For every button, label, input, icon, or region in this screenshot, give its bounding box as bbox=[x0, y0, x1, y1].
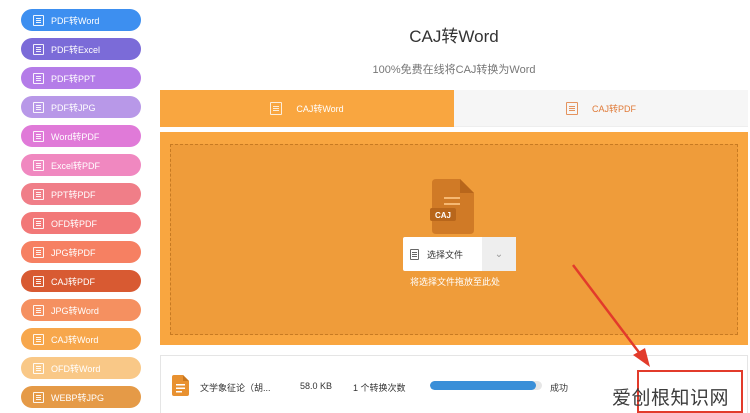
sidebar-item-pdf-to-ppt[interactable]: PDF转PPT bbox=[21, 67, 141, 89]
document-icon bbox=[33, 391, 44, 403]
sidebar-item-label: OFD转Word bbox=[51, 363, 101, 374]
select-file-main[interactable]: 选择文件 bbox=[403, 237, 482, 271]
progress-fill bbox=[430, 381, 537, 390]
document-icon bbox=[33, 275, 44, 287]
document-icon bbox=[33, 333, 44, 345]
document-icon bbox=[33, 14, 44, 26]
sidebar-item-word-to-pdf[interactable]: Word转PDF bbox=[21, 125, 141, 147]
sidebar-item-pdf-to-word[interactable]: PDF转Word bbox=[21, 9, 141, 31]
document-icon bbox=[33, 304, 44, 316]
sidebar-item-label: PDF转Excel bbox=[51, 44, 101, 55]
drop-hint: 将选择文件拖放至此处 bbox=[409, 277, 500, 287]
chevron-down-icon[interactable]: ⌄ bbox=[482, 237, 516, 271]
file-icon bbox=[410, 248, 419, 260]
conversion-count: 1 个转换次数 bbox=[353, 383, 406, 393]
sidebar-item-label: Word转PDF bbox=[51, 131, 100, 142]
document-icon bbox=[33, 159, 44, 171]
sidebar-item-label: OFD转PDF bbox=[51, 218, 97, 229]
page-title: CAJ转Word bbox=[409, 27, 499, 46]
document-icon bbox=[33, 362, 44, 374]
tab-caj-to-word[interactable]: CAJ转Word bbox=[160, 90, 454, 127]
document-icon bbox=[270, 102, 283, 115]
sidebar-item-webp-to-jpg[interactable]: WEBP转JPG bbox=[21, 386, 141, 408]
document-icon bbox=[33, 72, 44, 84]
sidebar-item-label: JPG转PDF bbox=[51, 247, 96, 258]
document-icon bbox=[33, 43, 44, 55]
caj-file-icon: CAJ bbox=[430, 179, 474, 234]
sidebar-item-excel-to-pdf[interactable]: Excel转PDF bbox=[21, 154, 141, 176]
document-icon bbox=[33, 246, 44, 258]
sidebar-item-label: CAJ转Word bbox=[51, 334, 99, 345]
select-file-button[interactable]: 选择文件 ⌄ bbox=[403, 237, 516, 271]
sidebar-item-label: PDF转JPG bbox=[51, 102, 96, 113]
sidebar-item-jpg-to-word[interactable]: JPG转Word bbox=[21, 299, 141, 321]
sidebar: PDF转Word PDF转Excel PDF转PPT PDF转JPG Word转… bbox=[0, 0, 150, 413]
sidebar-item-label: CAJ转PDF bbox=[51, 276, 96, 287]
page-subtitle: 100%免费在线将CAJ转换为Word bbox=[372, 64, 536, 76]
progress-bar bbox=[430, 381, 542, 390]
sidebar-item-pdf-to-excel[interactable]: PDF转Excel bbox=[21, 38, 141, 60]
caj-file-icon-label: CAJ bbox=[435, 211, 451, 220]
sidebar-item-ppt-to-pdf[interactable]: PPT转PDF bbox=[21, 183, 141, 205]
sidebar-item-caj-to-word[interactable]: CAJ转Word bbox=[21, 328, 141, 350]
sidebar-item-label: WEBP转JPG bbox=[51, 392, 105, 403]
sidebar-item-ofd-to-pdf[interactable]: OFD转PDF bbox=[21, 212, 141, 234]
caj-file-icon bbox=[172, 375, 189, 396]
sidebar-item-pdf-to-jpg[interactable]: PDF转JPG bbox=[21, 96, 141, 118]
sidebar-item-jpg-to-pdf[interactable]: JPG转PDF bbox=[21, 241, 141, 263]
conversion-tabs: CAJ转Word CAJ转PDF bbox=[160, 90, 748, 127]
sidebar-item-label: Excel转PDF bbox=[51, 160, 101, 171]
pdf-icon bbox=[565, 101, 578, 115]
tab-caj-to-pdf[interactable]: CAJ转PDF bbox=[454, 90, 748, 127]
select-file-label: 选择文件 bbox=[427, 249, 464, 260]
file-size: 58.0 KB bbox=[300, 381, 333, 391]
document-icon bbox=[33, 188, 44, 200]
status-text: 成功 bbox=[550, 383, 569, 393]
document-icon bbox=[33, 101, 44, 113]
tab-label: CAJ转Word bbox=[296, 104, 344, 114]
sidebar-item-label: PDF转Word bbox=[51, 15, 100, 26]
sidebar-item-label: PDF转PPT bbox=[51, 73, 96, 84]
document-icon bbox=[33, 130, 44, 142]
sidebar-item-ofd-to-word[interactable]: OFD转Word bbox=[21, 357, 141, 379]
sidebar-item-label: JPG转Word bbox=[51, 305, 99, 316]
file-name: 文学象征论（胡... bbox=[200, 383, 271, 393]
sidebar-item-caj-to-pdf[interactable]: CAJ转PDF bbox=[21, 270, 141, 292]
watermark-text: 爱创根知识网 bbox=[612, 388, 730, 409]
sidebar-item-label: PPT转PDF bbox=[51, 189, 96, 200]
red-arrow-annotation bbox=[572, 264, 650, 367]
tab-label: CAJ转PDF bbox=[591, 103, 636, 114]
document-icon bbox=[33, 217, 44, 229]
